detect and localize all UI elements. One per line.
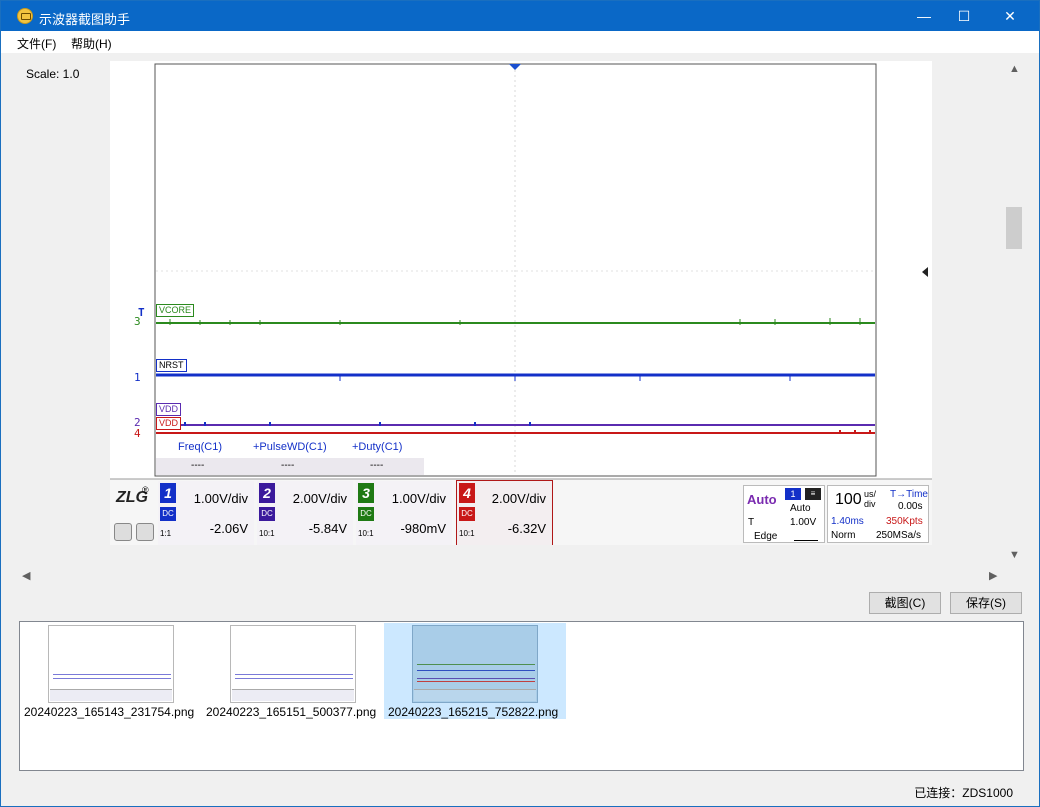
- thumbnail-list: 20240223_165143_231754.png 20240223_1651…: [19, 621, 1024, 771]
- trigger-level-marker[interactable]: T: [136, 307, 147, 318]
- measure-pulsewd-value: ----: [281, 460, 295, 471]
- thumbnail-item[interactable]: 20240223_165143_231754.png: [20, 623, 202, 719]
- thumbnail-item[interactable]: 20240223_165151_500377.png: [202, 623, 384, 719]
- window-length: 1.40ms: [831, 516, 864, 527]
- ch2-trace-label: VDD: [156, 403, 182, 416]
- timebase-unit-top: us/: [864, 489, 877, 499]
- vertical-scroll-thumb[interactable]: [1006, 207, 1022, 249]
- ch3-settings[interactable]: 3 DC 1.00V/div -980mV 10:1: [356, 481, 452, 545]
- thumbnail-item-selected[interactable]: 20240223_165215_752822.png: [384, 623, 566, 719]
- zoom-icon[interactable]: [114, 523, 132, 541]
- title-bar[interactable]: 示波器截图助手 — ☐ ✕: [1, 1, 1039, 31]
- trigger-panel[interactable]: Auto 1 ≡ Auto T 1.00V Edge: [743, 485, 825, 543]
- ch3-probe: 10:1: [358, 529, 374, 538]
- registered-mark-icon: ®: [142, 485, 149, 495]
- horizontal-scrollbar[interactable]: ◀ ▶: [19, 567, 1004, 585]
- ch1-marker[interactable]: 1: [132, 372, 143, 383]
- scale-label: Scale: 1.0: [26, 67, 80, 81]
- scroll-right-icon[interactable]: ▶: [989, 569, 997, 582]
- timebase-unit-bottom: div: [864, 499, 876, 509]
- ch1-trace-label: NRST: [156, 359, 187, 372]
- scroll-left-icon[interactable]: ◀: [22, 569, 30, 582]
- thumbnail-image: [412, 625, 538, 703]
- ch2-coupling-icon: DC: [259, 507, 275, 521]
- menu-help[interactable]: 帮助(H): [71, 35, 112, 52]
- ch2-probe: 10:1: [259, 529, 275, 538]
- pan-icon[interactable]: [136, 523, 154, 541]
- vertical-scrollbar[interactable]: ▲ ▼: [1004, 61, 1024, 569]
- trigger-type: Edge: [754, 531, 778, 542]
- ch3-trace-label: VCORE: [156, 304, 195, 317]
- measure-freq-label: Freq(C1): [178, 441, 223, 453]
- ch2-offset: -5.84V: [308, 521, 347, 536]
- close-button[interactable]: ✕: [987, 1, 1033, 31]
- ch1-probe: 1:1: [160, 529, 172, 538]
- acquire-mode: Norm: [831, 530, 856, 541]
- scroll-right-marker: [922, 267, 928, 277]
- thumbnail-caption: 20240223_165143_231754.png: [24, 705, 195, 719]
- trigger-mode: Auto: [747, 492, 777, 507]
- thumbnail-caption: 20240223_165215_752822.png: [388, 705, 559, 719]
- ch3-number: 3: [358, 483, 374, 503]
- timebase-value: 100: [835, 491, 862, 508]
- timebase-panel[interactable]: 100 us/ div T→Time 0.00s 1.40ms 350Kpts …: [827, 485, 929, 543]
- delay-value: 0.00s: [898, 501, 923, 512]
- measure-duty-value: ----: [370, 460, 384, 471]
- menu-file[interactable]: 文件(F): [17, 35, 56, 52]
- ch4-trace-label: VDD: [156, 417, 182, 430]
- ch4-settings[interactable]: 4 DC 2.00V/div -6.32V 10:1: [457, 481, 552, 545]
- rising-edge-icon: [794, 532, 818, 541]
- maximize-button[interactable]: ☐: [941, 1, 987, 31]
- ch4-marker[interactable]: 4: [132, 428, 143, 439]
- connection-status: 已连接：ZDS1000: [914, 786, 1013, 800]
- delay-label: T→Time: [890, 489, 928, 500]
- app-icon: [17, 8, 33, 24]
- sample-rate: 250MSa/s: [876, 530, 922, 541]
- ch4-number: 4: [459, 483, 475, 503]
- measure-freq-value: ----: [191, 460, 205, 471]
- app-window: 示波器截图助手 — ☐ ✕ 文件(F) 帮助(H) Scale: 1.0 3 T…: [0, 0, 1040, 807]
- status-bar: 已连接：ZDS1000: [1, 779, 1039, 807]
- ch3-volts-div: 1.00V/div: [391, 491, 446, 506]
- trigger-level: 1.00V: [790, 517, 817, 528]
- ch2-volts-div: 2.00V/div: [292, 491, 347, 506]
- ch1-number: 1: [160, 483, 176, 503]
- waveform-display: [110, 63, 932, 545]
- scroll-up-icon[interactable]: ▲: [1009, 63, 1020, 75]
- thumbnail-image: [230, 625, 356, 703]
- thumbnail-caption: 20240223_165151_500377.png: [206, 705, 377, 719]
- ch1-offset: -2.06V: [209, 521, 248, 536]
- ch4-volts-div: 2.00V/div: [491, 491, 546, 506]
- thumbnail-image: [48, 625, 174, 703]
- menu-bar: 文件(F) 帮助(H): [1, 31, 1039, 53]
- screenshot-canvas[interactable]: 3 T 1 2 4 VCORE NRST VDD VDD Freq(C1) +P…: [110, 61, 932, 545]
- trigger-level-label: T: [748, 517, 755, 528]
- memory-depth: 350Kpts: [886, 516, 923, 527]
- ch3-coupling-icon: DC: [358, 507, 374, 521]
- trigger-source: 1: [785, 488, 801, 500]
- ch4-offset: -6.32V: [507, 521, 546, 536]
- ch1-settings[interactable]: 1 DC 1.00V/div -2.06V 1:1: [158, 481, 254, 545]
- ch2-number: 2: [259, 483, 275, 503]
- ch4-probe: 10:1: [459, 529, 475, 538]
- measure-duty-label: +Duty(C1): [352, 441, 403, 453]
- measure-pulsewd-label: +PulseWD(C1): [253, 441, 327, 453]
- scroll-down-icon[interactable]: ▼: [1009, 549, 1020, 561]
- ch1-volts-div: 1.00V/div: [193, 491, 248, 506]
- ch1-coupling-icon: DC: [160, 507, 176, 521]
- trigger-sweep: Auto: [790, 503, 811, 514]
- ch2-settings[interactable]: 2 DC 2.00V/div -5.84V 10:1: [257, 481, 353, 545]
- ch4-coupling-icon: DC: [459, 507, 475, 521]
- capture-button[interactable]: 截图(C): [869, 592, 941, 614]
- window-title: 示波器截图助手: [39, 12, 131, 27]
- trigger-coupling-icon: ≡: [805, 488, 821, 500]
- ch3-offset: -980mV: [400, 521, 446, 536]
- save-button[interactable]: 保存(S): [950, 592, 1022, 614]
